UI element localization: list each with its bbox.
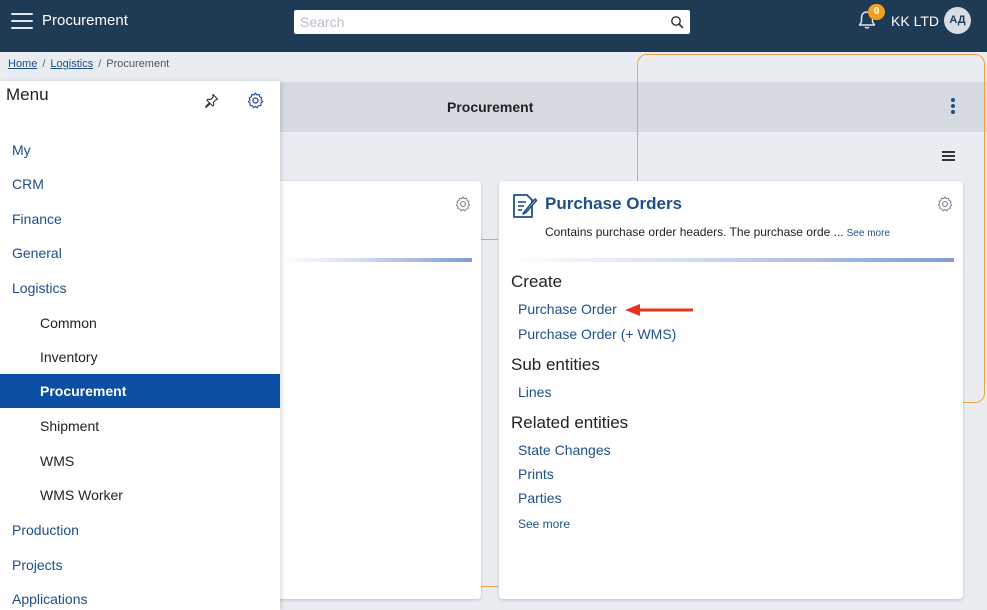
breadcrumb: Home / Logistics / Procurement <box>8 58 169 70</box>
menu-item-my[interactable]: My <box>0 133 280 167</box>
menu-item-inventory[interactable]: Inventory <box>0 340 280 374</box>
hamburger-menu-icon[interactable] <box>11 13 33 31</box>
annotation-arrow-icon <box>625 304 693 316</box>
menu-item-applications[interactable]: Applications <box>0 582 280 610</box>
card-settings-icon[interactable] <box>454 195 472 213</box>
menu-item-general[interactable]: General <box>0 236 280 270</box>
menu-item-production[interactable]: Production <box>0 513 280 547</box>
card-settings-icon[interactable] <box>936 195 954 213</box>
highlight-connector <box>480 586 498 587</box>
notification-badge: 0 <box>868 4 885 20</box>
sub-entities-heading: Sub entities <box>511 355 600 374</box>
top-bar: Procurement 0 KK LTD АД <box>0 0 987 52</box>
lines-link[interactable]: Lines <box>518 384 551 400</box>
create-purchase-order-link[interactable]: Purchase Order <box>518 301 617 317</box>
card-divider <box>511 258 954 262</box>
highlight-connector <box>480 239 498 240</box>
create-heading: Create <box>511 272 563 291</box>
create-purchase-order-wms-link[interactable]: Purchase Order (+ WMS) <box>518 326 676 342</box>
menu-settings-icon[interactable] <box>246 91 265 110</box>
card-description-text: Contains purchase order headers. The pur… <box>545 225 844 239</box>
breadcrumb-logistics[interactable]: Logistics <box>50 58 93 70</box>
user-avatar[interactable]: АД <box>944 7 971 34</box>
description-see-more-link[interactable]: See more <box>847 228 890 239</box>
menu-item-wms-worker[interactable]: WMS Worker <box>0 478 280 512</box>
see-more-link[interactable]: See more <box>518 517 570 531</box>
sidebar-menu: Menu My CRM Finance General Logistics Co… <box>0 81 280 610</box>
card-divider <box>282 258 472 262</box>
purchase-orders-card: Purchase Orders Contains purchase order … <box>499 181 963 599</box>
menu-item-finance[interactable]: Finance <box>0 202 280 236</box>
menu-item-crm[interactable]: CRM <box>0 167 280 201</box>
pin-icon[interactable] <box>204 93 219 108</box>
menu-item-projects[interactable]: Projects <box>0 548 280 582</box>
company-name[interactable]: KK LTD <box>891 13 939 29</box>
menu-item-shipment[interactable]: Shipment <box>0 409 280 443</box>
search-icon[interactable] <box>670 15 684 29</box>
card-description: Contains purchase order headers. The pur… <box>545 225 890 239</box>
document-edit-icon <box>513 194 538 218</box>
search-input[interactable] <box>294 10 654 34</box>
state-changes-link[interactable]: State Changes <box>518 442 611 458</box>
breadcrumb-home[interactable]: Home <box>8 58 37 70</box>
card-title[interactable]: Purchase Orders <box>545 194 682 214</box>
menu-item-logistics[interactable]: Logistics <box>0 271 280 305</box>
page-title: Procurement <box>447 99 534 115</box>
breadcrumb-separator: / <box>98 58 102 70</box>
entity-card <box>270 181 481 599</box>
menu-item-procurement[interactable]: Procurement <box>0 374 280 408</box>
prints-link[interactable]: Prints <box>518 466 554 482</box>
breadcrumb-separator: / <box>42 58 46 70</box>
app-title: Procurement <box>42 12 128 29</box>
related-entities-heading: Related entities <box>511 413 629 432</box>
breadcrumb-current: Procurement <box>106 58 170 70</box>
menu-item-common[interactable]: Common <box>0 306 280 340</box>
menu-item-wms[interactable]: WMS <box>0 444 280 478</box>
menu-title: Menu <box>6 85 49 104</box>
search-box <box>294 10 690 34</box>
parties-link[interactable]: Parties <box>518 490 562 506</box>
